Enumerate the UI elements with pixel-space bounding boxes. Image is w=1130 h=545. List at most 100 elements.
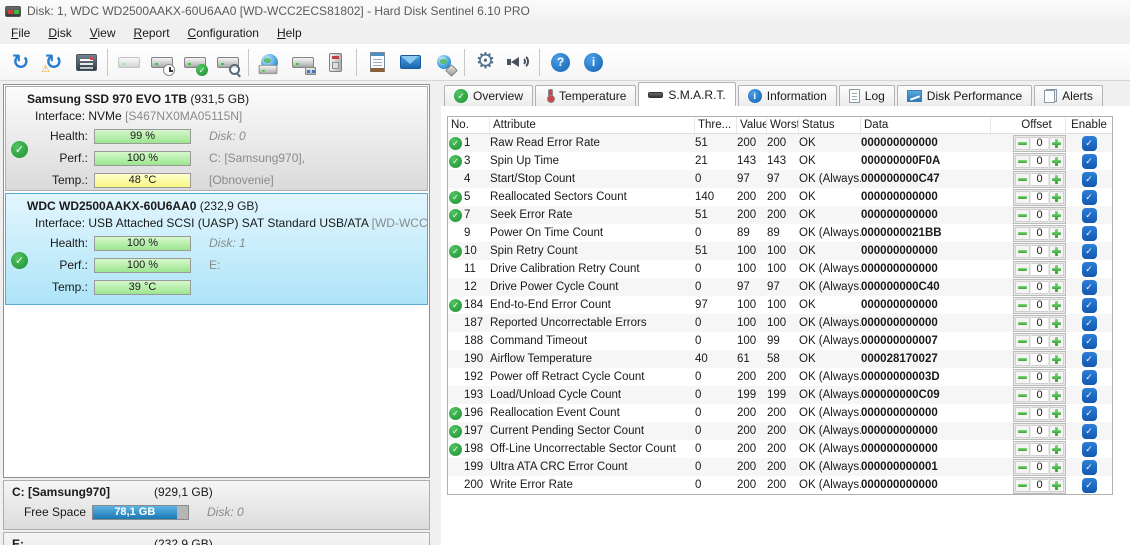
offset-increase-button[interactable] (1049, 388, 1064, 402)
offset-value[interactable]: 0 (1031, 334, 1048, 348)
tab-alerts[interactable]: Alerts (1034, 85, 1103, 106)
toolbar-button-disk-tools[interactable] (287, 47, 318, 77)
offset-decrease-button[interactable] (1015, 226, 1030, 240)
offset-increase-button[interactable] (1049, 280, 1064, 294)
offset-increase-button[interactable] (1049, 262, 1064, 276)
offset-value[interactable]: 0 (1031, 424, 1048, 438)
offset-increase-button[interactable] (1049, 334, 1064, 348)
offset-value[interactable]: 0 (1031, 352, 1048, 366)
offset-decrease-button[interactable] (1015, 298, 1030, 312)
offset-increase-button[interactable] (1049, 136, 1064, 150)
enable-checkbox[interactable] (1081, 279, 1097, 295)
col-value[interactable]: Value (737, 117, 767, 133)
table-row[interactable]: 4 Start/Stop Count 0 97 97 OK (Always...… (448, 170, 1112, 188)
table-row[interactable]: 198 Off-Line Uncorrectable Sector Count … (448, 440, 1112, 458)
table-row[interactable]: 184 End-to-End Error Count 97 100 100 OK… (448, 296, 1112, 314)
toolbar-button-gear[interactable]: ⚙ (470, 47, 501, 77)
table-row[interactable]: 190 Airflow Temperature 40 61 58 OK 0000… (448, 350, 1112, 368)
enable-checkbox[interactable] (1081, 459, 1097, 475)
table-row[interactable]: 7 Seek Error Rate 51 200 200 OK 00000000… (448, 206, 1112, 224)
offset-decrease-button[interactable] (1015, 460, 1030, 474)
offset-decrease-button[interactable] (1015, 280, 1030, 294)
offset-value[interactable]: 0 (1031, 406, 1048, 420)
offset-increase-button[interactable] (1049, 226, 1064, 240)
table-row[interactable]: 5 Reallocated Sectors Count 140 200 200 … (448, 188, 1112, 206)
offset-decrease-button[interactable] (1015, 388, 1030, 402)
offset-decrease-button[interactable] (1015, 370, 1030, 384)
menu-disk[interactable]: Disk (39, 23, 80, 43)
col-offset[interactable]: Offset (1008, 117, 1066, 133)
offset-decrease-button[interactable] (1015, 424, 1030, 438)
enable-checkbox[interactable] (1081, 477, 1097, 493)
offset-increase-button[interactable] (1049, 442, 1064, 456)
enable-checkbox[interactable] (1081, 225, 1097, 241)
col-enable[interactable]: Enable (1066, 117, 1112, 133)
offset-value[interactable]: 0 (1031, 190, 1048, 204)
offset-value[interactable]: 0 (1031, 370, 1048, 384)
offset-increase-button[interactable] (1049, 478, 1064, 492)
offset-value[interactable]: 0 (1031, 460, 1048, 474)
enable-checkbox[interactable] (1081, 405, 1097, 421)
offset-decrease-button[interactable] (1015, 190, 1030, 204)
enable-checkbox[interactable] (1081, 369, 1097, 385)
table-row[interactable]: 188 Command Timeout 0 100 99 OK (Always.… (448, 332, 1112, 350)
col-threshold[interactable]: Thre... (695, 117, 737, 133)
menu-report[interactable]: Report (125, 23, 179, 43)
toolbar-button-globe-disk[interactable] (254, 47, 285, 77)
tab-disk-performance[interactable]: Disk Performance (896, 85, 1033, 106)
partition-panel-c[interactable]: C: [Samsung970] (929,1 GB) Free Space 78… (3, 480, 430, 530)
offset-value[interactable]: 0 (1031, 478, 1048, 492)
enable-checkbox[interactable] (1081, 423, 1097, 439)
table-row[interactable]: 12 Drive Power Cycle Count 0 97 97 OK (A… (448, 278, 1112, 296)
toolbar-button-speaker[interactable] (503, 47, 534, 77)
table-row[interactable]: 199 Ultra ATA CRC Error Count 0 200 200 … (448, 458, 1112, 476)
offset-value[interactable]: 0 (1031, 154, 1048, 168)
toolbar-button-help[interactable]: ? (545, 47, 576, 77)
col-attribute[interactable]: Attribute (490, 117, 695, 133)
offset-value[interactable]: 0 (1031, 172, 1048, 186)
offset-value[interactable]: 0 (1031, 316, 1048, 330)
offset-value[interactable]: 0 (1031, 226, 1048, 240)
offset-decrease-button[interactable] (1015, 442, 1030, 456)
offset-decrease-button[interactable] (1015, 478, 1030, 492)
offset-decrease-button[interactable] (1015, 316, 1030, 330)
offset-decrease-button[interactable] (1015, 352, 1030, 366)
toolbar-button-report[interactable] (71, 47, 102, 77)
toolbar-button-notepad[interactable] (362, 47, 393, 77)
offset-decrease-button[interactable] (1015, 154, 1030, 168)
table-row[interactable]: 3 Spin Up Time 21 143 143 OK 000000000F0… (448, 152, 1112, 170)
table-row[interactable]: 200 Write Error Rate 0 200 200 OK (Alway… (448, 476, 1112, 494)
enable-checkbox[interactable] (1081, 441, 1097, 457)
offset-increase-button[interactable] (1049, 352, 1064, 366)
enable-checkbox[interactable] (1081, 261, 1097, 277)
offset-decrease-button[interactable] (1015, 136, 1030, 150)
tab-smart[interactable]: S.M.A.R.T. (638, 82, 736, 106)
toolbar-button-refresh[interactable]: ↻ (5, 47, 36, 77)
table-row[interactable]: 192 Power off Retract Cycle Count 0 200 … (448, 368, 1112, 386)
enable-checkbox[interactable] (1081, 387, 1097, 403)
disk-panel-wdc[interactable]: WDC WD2500AAKX-60U6AA0 (232,9 GB) Interf… (5, 193, 428, 305)
offset-value[interactable]: 0 (1031, 280, 1048, 294)
menu-configuration[interactable]: Configuration (179, 23, 268, 43)
toolbar-button-info[interactable]: i (578, 47, 609, 77)
menu-help[interactable]: Help (268, 23, 311, 43)
table-row[interactable]: 193 Load/Unload Cycle Count 0 199 199 OK… (448, 386, 1112, 404)
menu-file[interactable]: File (2, 23, 39, 43)
enable-checkbox[interactable] (1081, 243, 1097, 259)
offset-increase-button[interactable] (1049, 406, 1064, 420)
enable-checkbox[interactable] (1081, 333, 1097, 349)
enable-checkbox[interactable] (1081, 207, 1097, 223)
offset-value[interactable]: 0 (1031, 262, 1048, 276)
table-row[interactable]: 197 Current Pending Sector Count 0 200 2… (448, 422, 1112, 440)
offset-increase-button[interactable] (1049, 208, 1064, 222)
enable-checkbox[interactable] (1081, 135, 1097, 151)
offset-increase-button[interactable] (1049, 316, 1064, 330)
table-row[interactable]: 187 Reported Uncorrectable Errors 0 100 … (448, 314, 1112, 332)
enable-checkbox[interactable] (1081, 351, 1097, 367)
col-worst[interactable]: Worst (767, 117, 799, 133)
offset-increase-button[interactable] (1049, 298, 1064, 312)
toolbar-button-mail[interactable] (395, 47, 426, 77)
toolbar-button-disk-clock[interactable] (146, 47, 177, 77)
toolbar-button-disk-check[interactable]: ✓ (179, 47, 210, 77)
offset-value[interactable]: 0 (1031, 298, 1048, 312)
